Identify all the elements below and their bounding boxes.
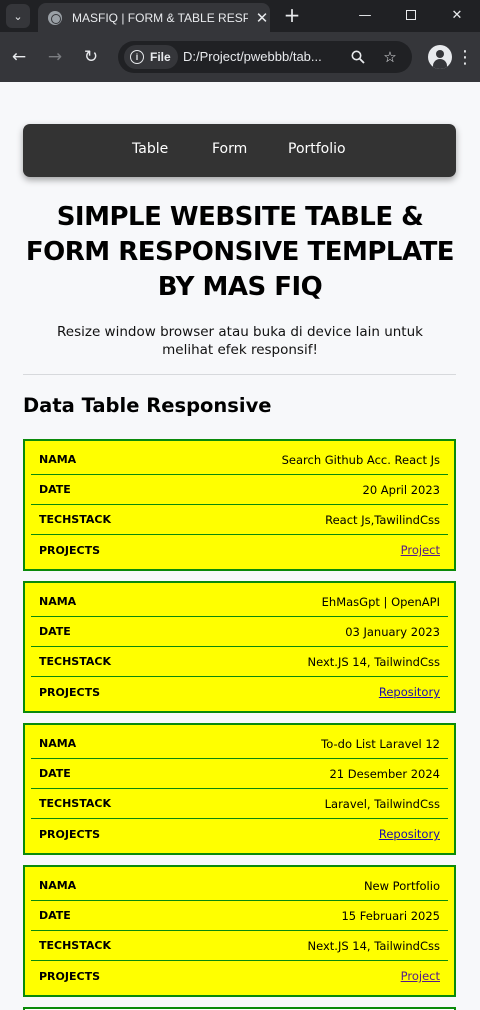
card-row-projects: PROJECTS Project xyxy=(31,961,448,991)
card-row-techstack: TECHSTACK Next.JS 14, TailwindCss xyxy=(31,931,448,961)
card-row-date: DATE 03 January 2023 xyxy=(31,617,448,647)
row-label: PROJECTS xyxy=(39,827,100,841)
tab-title: MASFIQ | FORM & TABLE RESPONSIVE xyxy=(72,10,249,25)
row-value-date: 20 April 2023 xyxy=(362,482,441,497)
back-arrow-icon[interactable]: ← xyxy=(6,44,32,70)
page-subtitle-line-2: melihat efek responsif! xyxy=(162,342,318,358)
card-row-nama: NAMA To-do List Laravel 12 xyxy=(31,729,448,759)
window-close-icon[interactable]: ✕ xyxy=(434,0,480,30)
project-link[interactable]: Project xyxy=(401,969,440,983)
page-viewport: Table Form Portfolio SIMPLE WEBSITE TABL… xyxy=(0,82,480,1010)
row-value-techstack: React Js,TawilindCss xyxy=(325,512,440,527)
site-navbar: Table Form Portfolio xyxy=(23,124,456,177)
project-link[interactable]: Project xyxy=(401,543,440,557)
zoom-search-icon[interactable] xyxy=(348,47,368,67)
address-bar[interactable]: i File D:/Project/pwebbb/tab... ☆ xyxy=(118,41,412,73)
minimize-icon[interactable]: — xyxy=(342,0,388,30)
row-value-techstack: Next.JS 14, TailwindCss xyxy=(307,654,441,669)
section-title: Data Table Responsive xyxy=(23,394,272,417)
repository-link[interactable]: Repository xyxy=(379,685,440,699)
row-label: DATE xyxy=(39,767,71,780)
row-label: TECHSTACK xyxy=(39,797,111,810)
row-label: PROJECTS xyxy=(39,969,100,983)
card-row-projects: PROJECTS Project xyxy=(31,535,448,565)
card-row-date: DATE 20 April 2023 xyxy=(31,475,448,505)
divider xyxy=(23,374,456,375)
data-card: NAMA Search Github Acc. React Js DATE 20… xyxy=(23,439,456,571)
row-label: NAMA xyxy=(39,595,77,608)
row-value-nama: Search Github Acc. React Js xyxy=(281,452,440,467)
browser-tab-bar: ⌄ MASFIQ | FORM & TABLE RESPONSIVE ✕ + —… xyxy=(0,0,480,32)
row-label: TECHSTACK xyxy=(39,939,111,952)
row-label: NAMA xyxy=(39,453,77,466)
card-row-techstack: TECHSTACK Laravel, TailwindCss xyxy=(31,789,448,819)
row-label: DATE xyxy=(39,483,71,496)
globe-icon xyxy=(48,10,62,25)
card-row-projects: PROJECTS Repository xyxy=(31,819,448,849)
row-label: PROJECTS xyxy=(39,685,100,699)
more-menu-icon[interactable]: ⋮ xyxy=(456,45,474,69)
forward-arrow-icon[interactable]: → xyxy=(42,44,68,70)
page-subtitle: Resize window browser atau buka di devic… xyxy=(30,323,450,359)
row-value-date: 15 Februari 2025 xyxy=(341,908,440,923)
card-row-date: DATE 21 Desember 2024 xyxy=(31,759,448,789)
page-title: SIMPLE WEBSITE TABLE & FORM RESPONSIVE T… xyxy=(20,200,460,305)
row-value-nama: To-do List Laravel 12 xyxy=(321,736,440,751)
tab-search-chevron-icon[interactable]: ⌄ xyxy=(6,4,30,28)
row-label: DATE xyxy=(39,625,71,638)
card-row-projects: PROJECTS Repository xyxy=(31,677,448,707)
row-label: NAMA xyxy=(39,737,77,750)
page-subtitle-line-1: Resize window browser atau buka di devic… xyxy=(57,324,423,340)
row-label: DATE xyxy=(39,909,71,922)
url-text[interactable]: D:/Project/pwebbb/tab... xyxy=(183,49,322,64)
page-title-line-1: SIMPLE WEBSITE TABLE & xyxy=(56,202,424,232)
card-row-nama: NAMA New Portfolio xyxy=(31,871,448,901)
data-card: NAMA New Portfolio DATE 15 Februari 2025… xyxy=(23,865,456,997)
row-value-date: 03 January 2023 xyxy=(345,624,440,639)
page-title-line-2: FORM RESPONSIVE TEMPLATE xyxy=(25,237,455,267)
row-value-nama: EhMasGpt | OpenAPI xyxy=(321,594,440,609)
site-info-chip[interactable]: i File xyxy=(124,45,178,69)
page-title-line-3: BY MAS FIQ xyxy=(157,272,323,302)
reload-icon[interactable]: ↻ xyxy=(78,44,104,70)
row-label: TECHSTACK xyxy=(39,655,111,668)
maximize-icon[interactable] xyxy=(388,0,434,30)
close-tab-icon[interactable]: ✕ xyxy=(254,9,270,27)
row-value-techstack: Next.JS 14, TailwindCss xyxy=(307,938,441,953)
row-value-techstack: Laravel, TailwindCss xyxy=(324,796,440,811)
card-row-nama: NAMA EhMasGpt | OpenAPI xyxy=(31,587,448,617)
data-card: NAMA To-do List Laravel 12 DATE 21 Desem… xyxy=(23,723,456,855)
nav-link-table[interactable]: Table xyxy=(132,141,168,157)
bookmark-star-icon[interactable]: ☆ xyxy=(380,47,400,67)
new-tab-icon[interactable]: + xyxy=(280,3,304,27)
data-card: NAMA EhMasGpt | OpenAPI DATE 03 January … xyxy=(23,581,456,713)
repository-link[interactable]: Repository xyxy=(379,827,440,841)
row-value-nama: New Portfolio xyxy=(363,878,440,893)
info-icon: i xyxy=(130,50,144,64)
profile-avatar-icon[interactable] xyxy=(428,45,452,69)
nav-link-portfolio[interactable]: Portfolio xyxy=(288,141,346,157)
card-row-nama: NAMA Search Github Acc. React Js xyxy=(31,445,448,475)
card-row-techstack: TECHSTACK Next.JS 14, TailwindCss xyxy=(31,647,448,677)
row-label: TECHSTACK xyxy=(39,513,111,526)
row-label: NAMA xyxy=(39,879,77,892)
browser-toolbar: ← → ↻ i File D:/Project/pwebbb/tab... ☆ … xyxy=(0,32,480,82)
site-info-label: File xyxy=(150,50,171,64)
row-label: PROJECTS xyxy=(39,543,100,557)
card-row-techstack: TECHSTACK React Js,TawilindCss xyxy=(31,505,448,535)
card-row-date: DATE 15 Februari 2025 xyxy=(31,901,448,931)
browser-tab[interactable]: MASFIQ | FORM & TABLE RESPONSIVE ✕ xyxy=(38,3,270,32)
nav-link-form[interactable]: Form xyxy=(212,141,247,157)
row-value-date: 21 Desember 2024 xyxy=(329,766,440,781)
